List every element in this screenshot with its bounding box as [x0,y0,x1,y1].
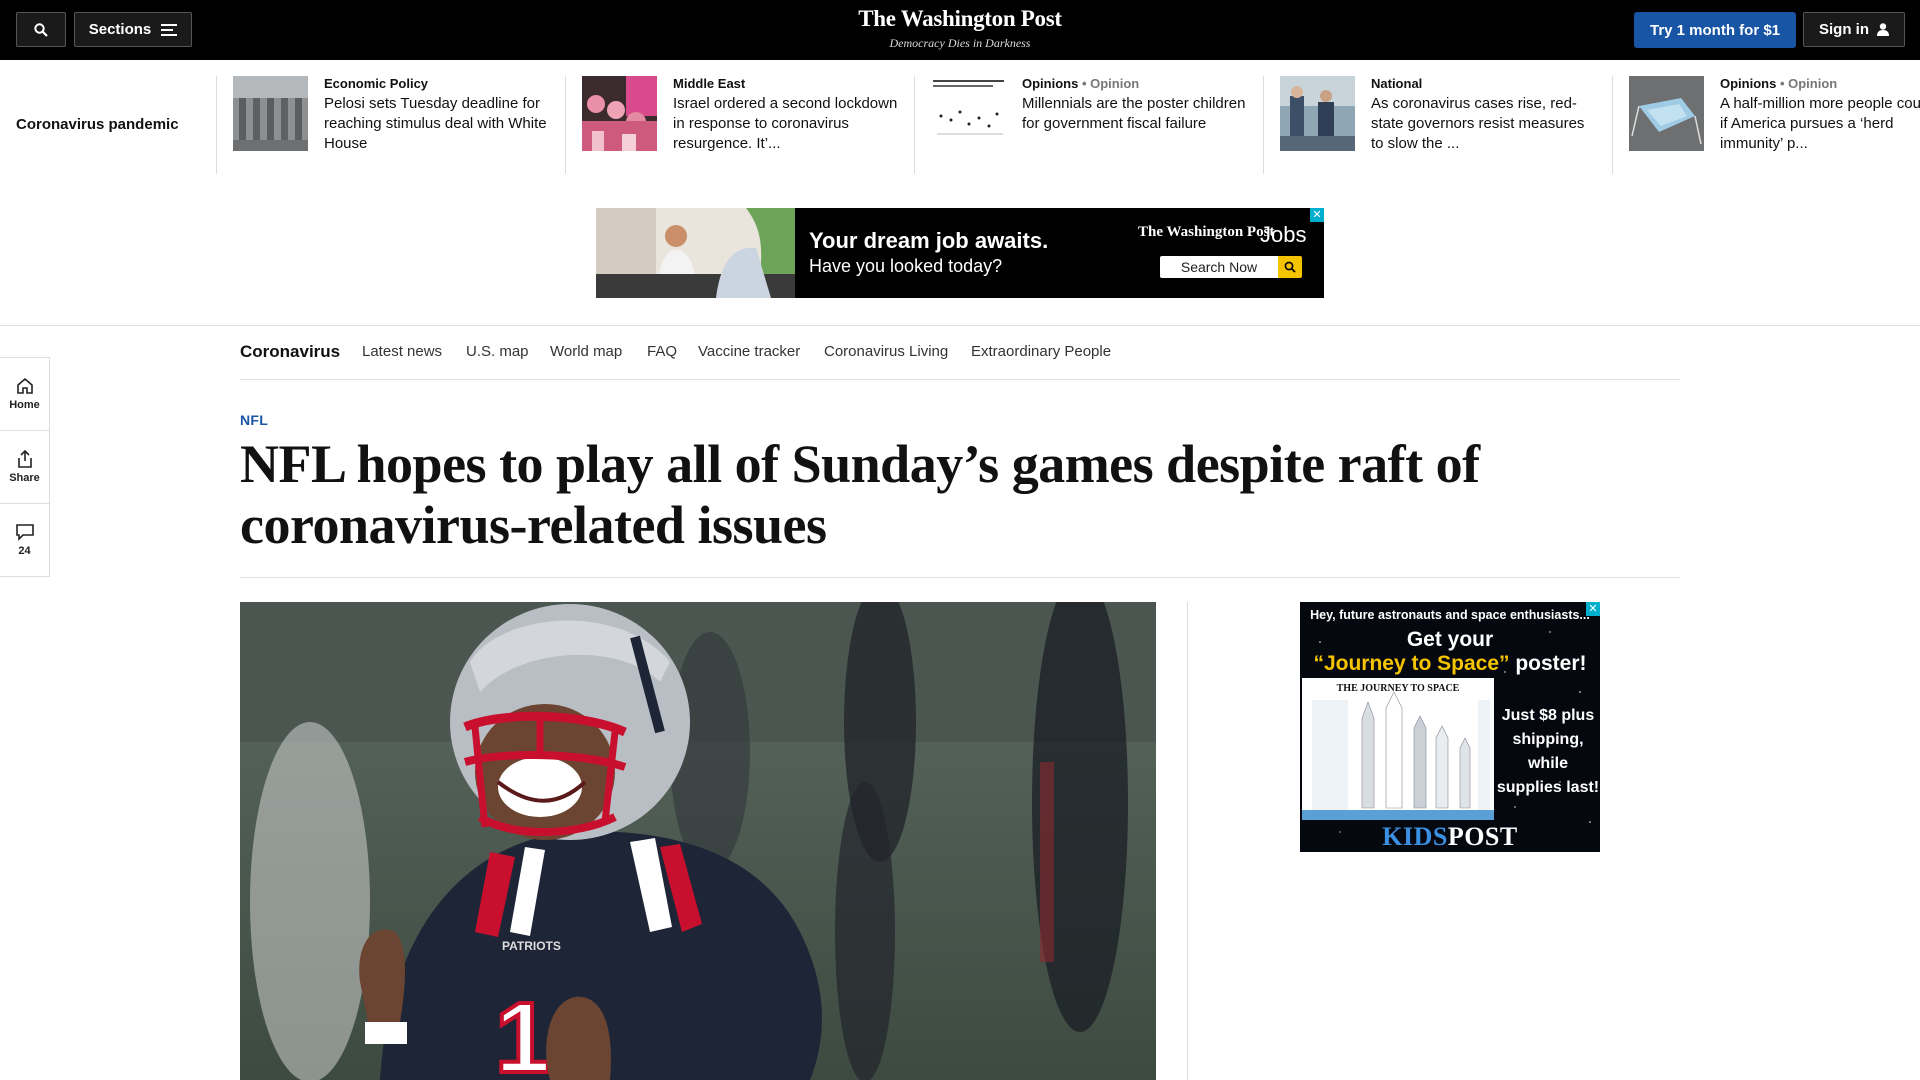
opinion-label: • Opinion [1081,76,1140,91]
comment-icon [15,524,34,541]
subnav-item-us-map[interactable]: U.S. map [466,343,529,360]
strip-kicker[interactable]: Middle East [673,76,903,91]
kidspost-ad[interactable]: Hey, future astronauts and space enthusi… [1300,602,1600,852]
kidspost-ad-intro: Hey, future astronauts and space enthusi… [1310,608,1590,622]
strip-kicker-text: Opinions [1022,76,1079,91]
kidspost-ad-title-rest: poster! [1509,652,1587,675]
masthead[interactable]: The Washington Post Democracy Dies in Da… [760,6,1160,51]
subnav-item-world-map[interactable]: World map [550,343,622,360]
user-icon [1877,23,1889,36]
strip-thumbnail[interactable] [931,76,1006,151]
strip-kicker[interactable]: Economic Policy [324,76,554,91]
search-icon [1284,261,1296,273]
try-subscription-button[interactable]: Try 1 month for $1 [1634,12,1796,48]
home-button[interactable]: Home [0,358,49,431]
strip-headline[interactable]: A half-million more people cou die if Am… [1720,94,1920,154]
ad-zone-top: Your dream job awaits. Have you looked t… [0,191,1920,326]
share-label: Share [9,472,40,484]
strip-title[interactable]: Coronavirus pandemic [16,116,179,133]
kidspost-ad-price: Just $8 plus shipping, while supplies la… [1496,707,1600,796]
subnav-item-coronavirus-living[interactable]: Coronavirus Living [824,343,948,360]
jobs-ad-jobs-word: Jobs [1260,222,1307,247]
sign-in-label: Sign in [1819,21,1869,38]
strip-thumbnail[interactable] [1629,76,1704,151]
strip-headline[interactable]: Pelosi sets Tuesday deadline for reachin… [324,94,554,154]
kidspost-logo-kids: KIDS [1382,822,1448,851]
home-label: Home [9,399,40,411]
ad-choices-icon[interactable]: ✕ [1586,602,1600,616]
kidspost-ad-title: “Journey to Space” poster! [1300,652,1600,676]
share-button[interactable]: Share [0,431,49,504]
sign-in-button[interactable]: Sign in [1803,12,1905,47]
strip-headline[interactable]: Israel ordered a second lockdown in resp… [673,94,903,154]
comment-count: 24 [18,545,31,557]
sections-label: Sections [88,21,152,38]
strip-thumbnail[interactable] [1280,76,1355,151]
menu-icon [161,23,178,36]
site-logo[interactable]: The Washington Post [760,6,1160,32]
tagline: Democracy Dies in Darkness [889,36,1031,50]
jobs-ad-search-field[interactable]: Search Now [1160,256,1278,278]
jobs-ad-brand: The Washington Post [1138,224,1275,240]
jobs-ad-photo [596,208,795,298]
strip-item[interactable]: National As coronavirus cases rise, red-… [1263,76,1612,174]
strip-thumbnail[interactable] [233,76,308,151]
article-tools-rail: Home Share 24 [0,357,50,577]
kidspost-ad-poster: THE JOURNEY TO SPACE [1302,678,1494,820]
article-headline: NFL hopes to play all of Sunday’s games … [240,434,1480,555]
strip-item[interactable]: Opinions • Opinion Millennials are the p… [914,76,1263,174]
jobs-ad-headline: Your dream job awaits. [809,228,1049,253]
subnav-item-vaccine-tracker[interactable]: Vaccine tracker [698,343,800,360]
strip-kicker[interactable]: National [1371,76,1601,91]
coronavirus-subnav: Coronavirus Latest news U.S. map World m… [240,326,1680,380]
top-bar: Sections The Washington Post Democracy D… [0,0,1920,60]
opinion-label: • Opinion [1779,76,1838,91]
jobs-ad-subline: Have you looked today? [809,256,1003,276]
kidspost-logo-post: POST [1447,822,1518,851]
article-lead-image[interactable]: PATRIOTS 1 [240,602,1156,1080]
search-button[interactable] [16,12,66,47]
kidspost-ad-get-your: Get your [1406,628,1494,651]
strip-kicker[interactable]: Opinions • Opinion [1022,76,1252,91]
jobs-ad-search-button[interactable] [1278,256,1302,278]
jobs-ad-banner[interactable]: Your dream job awaits. Have you looked t… [596,208,1324,298]
strip-item[interactable]: Opinions • Opinion A half-million more p… [1612,76,1920,174]
strip-headline[interactable]: Millennials are the poster children for … [1022,94,1252,134]
share-icon [17,450,32,468]
home-icon [16,377,33,394]
column-divider [1187,602,1188,1080]
strip-thumbnail[interactable] [582,76,657,151]
subnav-item-latest-news[interactable]: Latest news [362,343,442,360]
svg-text:1: 1 [495,982,551,1080]
strip-kicker[interactable]: Opinions • Opinion [1720,76,1920,91]
kidspost-logo: KIDSPOST [1300,822,1600,852]
subnav-item-coronavirus[interactable]: Coronavirus [240,342,340,362]
subnav-item-faq[interactable]: FAQ [647,343,677,360]
coronavirus-headlines-strip: Coronavirus pandemic Economic Policy Pel… [0,60,1920,192]
comments-button[interactable]: 24 [0,504,49,576]
subnav-item-extraordinary-people[interactable]: Extraordinary People [971,343,1111,360]
kidspost-ad-title-quote: “Journey to Space” [1313,652,1510,675]
article-kicker[interactable]: NFL [240,412,268,428]
sections-button[interactable]: Sections [74,12,192,47]
svg-text:PATRIOTS: PATRIOTS [502,939,561,953]
search-icon [34,22,48,37]
ad-choices-icon[interactable]: ✕ [1310,208,1324,222]
divider [240,577,1680,578]
strip-kicker-text: Opinions [1720,76,1777,91]
strip-headline[interactable]: As coronavirus cases rise, red-state gov… [1371,94,1601,154]
strip-item[interactable]: Middle East Israel ordered a second lock… [565,76,914,174]
strip-item[interactable]: Economic Policy Pelosi sets Tuesday dead… [216,76,565,174]
